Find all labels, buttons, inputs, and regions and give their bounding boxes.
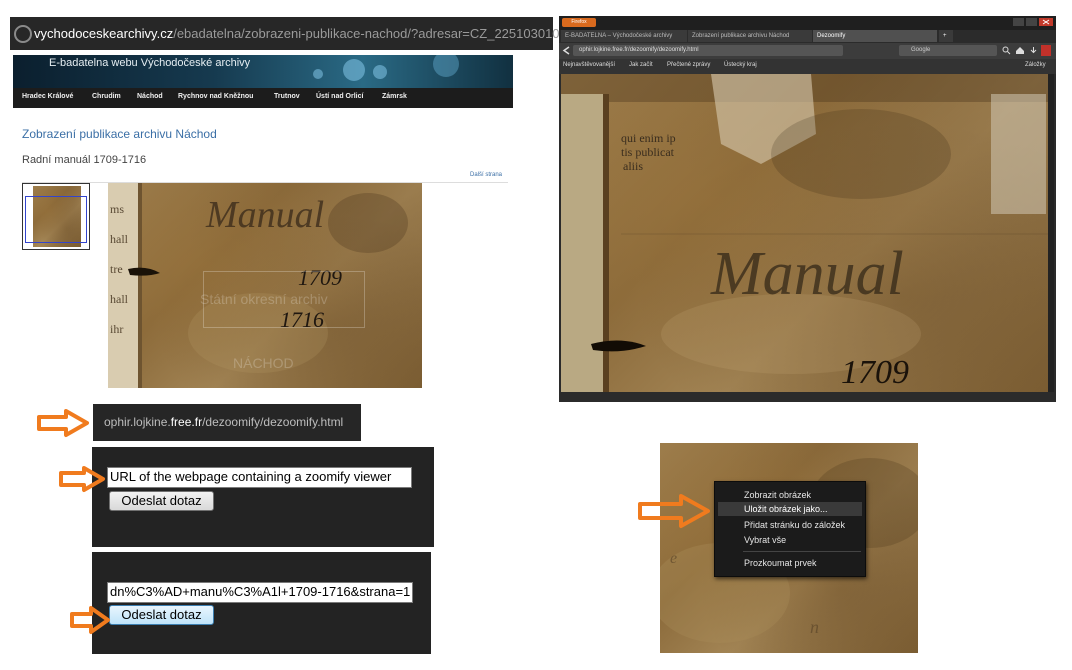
search-icon[interactable] xyxy=(1002,46,1011,55)
nav-item-trutnov[interactable]: Trutnov xyxy=(274,93,300,100)
site-url-bar[interactable]: vychodoceskearchivy.cz/ebadatelna/zobraz… xyxy=(10,17,596,50)
svg-text:tis publicat: tis publicat xyxy=(621,145,675,159)
watermark-text: Státní okresní archiv xyxy=(200,291,328,307)
back-icon[interactable] xyxy=(562,46,571,55)
zoomify-url-input-filled[interactable]: dn%C3%AD+manu%C3%A1l+1709-1716&strana=1 xyxy=(107,582,413,603)
nav-item-rychnov[interactable]: Rychnov nad Kněžnou xyxy=(178,93,253,100)
nav-item-zamrsk[interactable]: Zámrsk xyxy=(382,93,407,100)
nav-item-chrudim[interactable]: Chrudim xyxy=(92,93,121,100)
watermark-place: NÁCHOD xyxy=(233,355,294,371)
svg-text:aliis: aliis xyxy=(623,159,643,173)
zoom-thumbnail[interactable] xyxy=(22,183,90,250)
bookmarks-menu[interactable]: Záložky xyxy=(1025,62,1046,68)
address-bar[interactable]: ophir.lojkine.free.fr/dezoomify/dezoomif… xyxy=(573,45,843,56)
bookmark-most-visited[interactable]: Nejnavštěvovanější xyxy=(563,62,615,68)
zoomify-url-input[interactable]: URL of the webpage containing a zoomify … xyxy=(107,467,412,488)
dezoomify-canvas[interactable]: qui enim ip tis publicat aliis Manual 17… xyxy=(561,74,1048,392)
publication-title: Radní manuál 1709-1716 xyxy=(22,154,147,166)
thumbnail-viewport[interactable] xyxy=(25,196,87,243)
svg-text:ihr: ihr xyxy=(110,322,123,336)
title-bar xyxy=(559,16,1056,30)
svg-text:tre: tre xyxy=(110,262,123,276)
dezoomify-url-text: ophir.lojkine.free.fr/dezoomify/dezoomif… xyxy=(104,415,344,429)
firefox-window: Firefox E-BADATELNA – Východočeské archi… xyxy=(559,16,1056,402)
svg-text:hall: hall xyxy=(110,232,129,246)
arrow-right-icon xyxy=(70,606,110,634)
globe-icon xyxy=(14,25,32,43)
menu-separator xyxy=(743,551,861,552)
svg-text:e: e xyxy=(670,550,677,567)
arrow-right-icon xyxy=(59,466,105,492)
page-title: Zobrazení publikace archivu Náchod xyxy=(22,127,217,141)
context-menu: Zobrazit obrázek Uložit obrázek jako... … xyxy=(714,481,866,577)
menu-item-save-image[interactable]: Uložit obrázek jako... xyxy=(744,504,828,514)
site-url-text: vychodoceskearchivy.cz/ebadatelna/zobraz… xyxy=(34,26,596,41)
next-page-link[interactable]: Další strana xyxy=(470,172,502,178)
site-nav: Hradec Králové Chrudim Náchod Rychnov na… xyxy=(13,88,513,108)
nav-item-usti[interactable]: Ústí nad Orlicí xyxy=(316,93,363,100)
doc-year-large: 1709 xyxy=(841,354,909,391)
addon-icon[interactable] xyxy=(1041,45,1051,56)
doc-word: Manual xyxy=(206,194,325,236)
new-tab-button[interactable]: + xyxy=(939,30,953,42)
firefox-icon[interactable]: Firefox xyxy=(562,18,596,27)
tab-dezoomify[interactable]: Dezoomify xyxy=(813,30,937,42)
dezoomify-form-filled xyxy=(92,552,431,654)
menu-item-view-image[interactable]: Zobrazit obrázek xyxy=(744,490,811,500)
bookmark-read-news[interactable]: Přečtené zprávy xyxy=(667,62,710,68)
window-controls[interactable] xyxy=(1013,17,1053,27)
tab-publikace[interactable]: Zobrazení publikace archivu Náchod xyxy=(688,30,812,42)
doc-word-large: Manual xyxy=(711,240,904,308)
bookmark-getting-started[interactable]: Jak začít xyxy=(629,62,653,68)
banner-title: E-badatelna webu Východočeské archivy xyxy=(49,57,251,69)
scrollbar[interactable] xyxy=(1048,74,1054,392)
arrow-right-icon xyxy=(638,494,710,528)
svg-text:qui enim ip: qui enim ip xyxy=(621,131,676,145)
menu-item-inspect[interactable]: Prozkoumat prvek xyxy=(744,558,817,568)
submit-button[interactable]: Odeslat dotaz xyxy=(109,491,214,511)
download-icon[interactable] xyxy=(1029,46,1038,55)
dezoomify-url-bar[interactable]: ophir.lojkine.free.fr/dezoomify/dezoomif… xyxy=(93,404,361,441)
arrow-right-icon xyxy=(37,409,89,437)
svg-text:n: n xyxy=(810,617,819,637)
svg-text:ms: ms xyxy=(110,202,124,216)
document-scan-large: qui enim ip tis publicat aliis xyxy=(561,74,1048,392)
zoomify-viewer[interactable]: ms hall tre hall ihr Manual 1709 1716 St… xyxy=(108,183,422,388)
search-box[interactable]: Google xyxy=(899,45,997,56)
menu-item-select-all[interactable]: Vybrat vše xyxy=(744,535,786,545)
nav-item-nachod[interactable]: Náchod xyxy=(137,93,163,100)
bookmark-usti[interactable]: Ústecký kraj xyxy=(724,62,757,68)
site-banner: E-badatelna webu Východočeské archivy xyxy=(13,55,513,88)
bookmarks-bar: Nejnavštěvovanější Jak začít Přečtené zp… xyxy=(559,59,1056,74)
tab-ebadatelna[interactable]: E-BADATELNA – Východočeské archivy xyxy=(561,30,687,42)
nav-item-hradec[interactable]: Hradec Králové xyxy=(22,93,73,100)
home-icon[interactable] xyxy=(1015,46,1025,55)
submit-button-hover[interactable]: Odeslat dotaz xyxy=(109,605,214,625)
menu-item-bookmark[interactable]: Přidat stránku do záložek xyxy=(744,520,845,530)
svg-text:hall: hall xyxy=(110,292,129,306)
